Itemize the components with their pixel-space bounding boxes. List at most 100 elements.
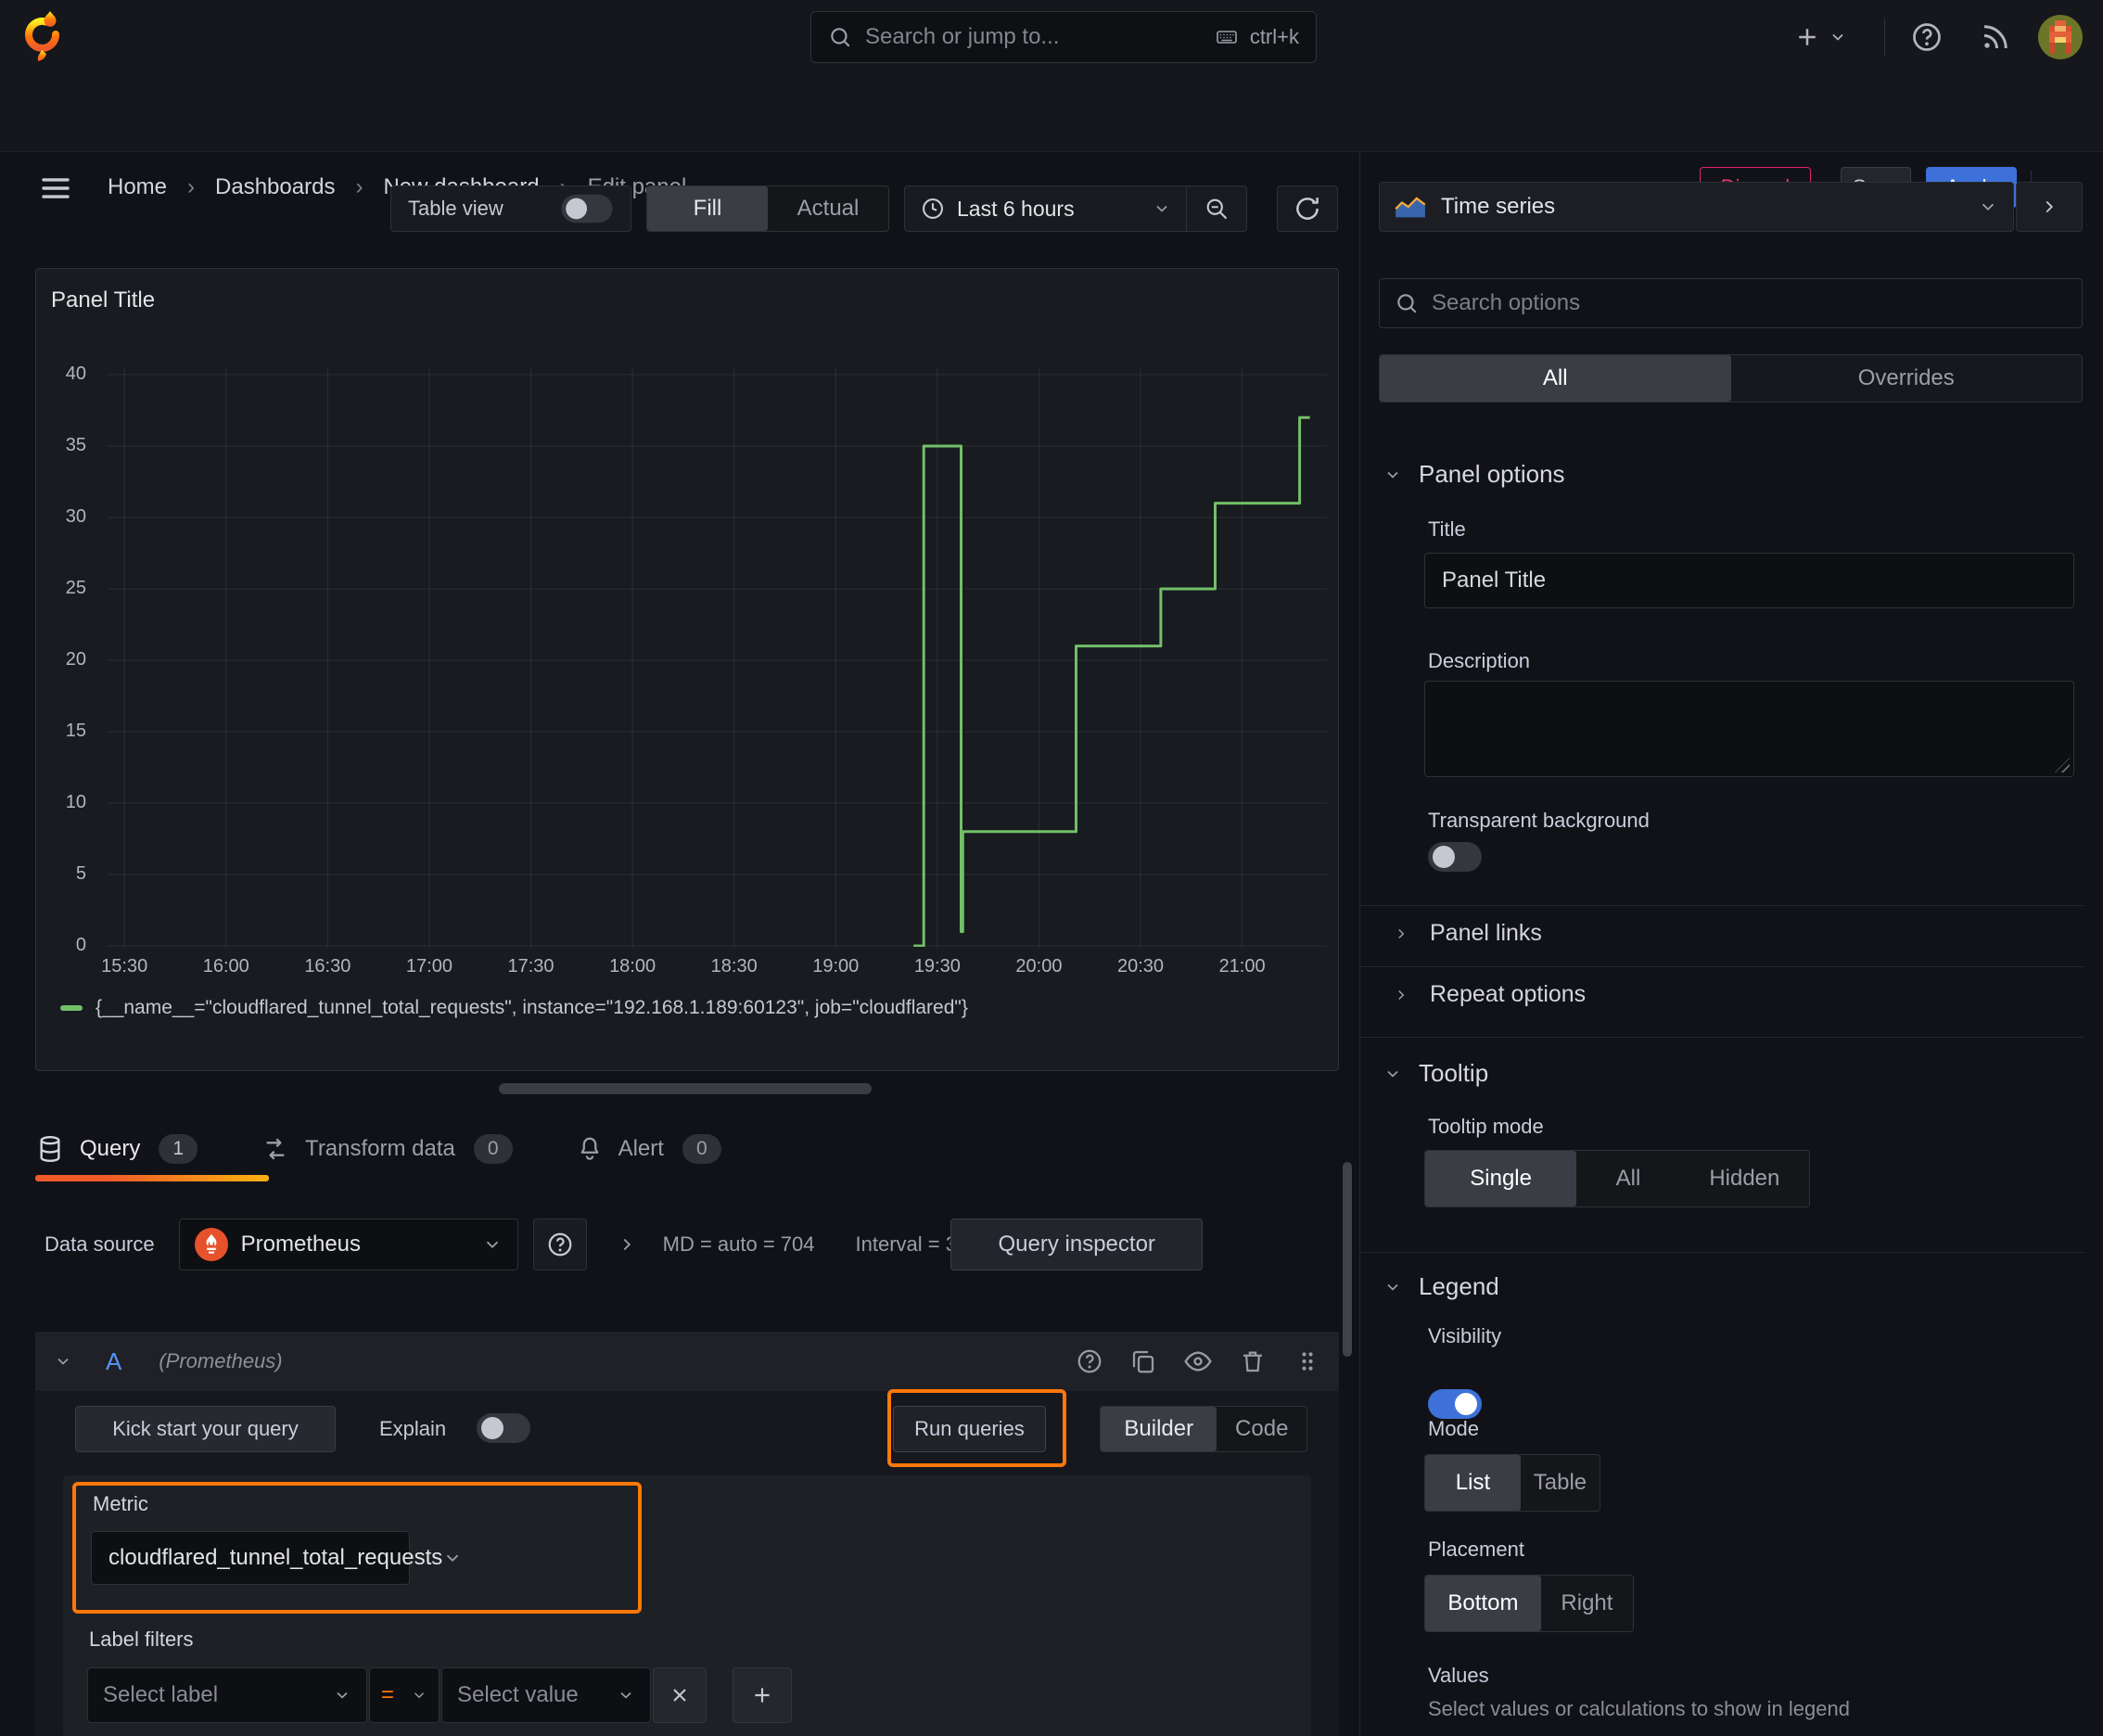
tooltip-mode-hidden[interactable]: Hidden <box>1680 1151 1809 1206</box>
left-pane-scrollbar[interactable] <box>1343 1162 1352 1357</box>
legend-mode-label: Mode <box>1428 1417 1480 1440</box>
panel-links-header[interactable]: Panel links <box>1393 920 1542 947</box>
query-inspector-button[interactable]: Query inspector <box>950 1219 1204 1270</box>
tab-transform[interactable]: Transform data 0 <box>261 1134 513 1164</box>
refresh-button[interactable] <box>1277 185 1338 232</box>
all-overrides-tabs: All Overrides <box>1379 354 2083 402</box>
plot-area[interactable] <box>108 367 1327 948</box>
options-search-box[interactable]: Search options <box>1379 278 2083 328</box>
chart-legend: {__name__="cloudflared_tunnel_total_requ… <box>60 994 968 1022</box>
help-button[interactable] <box>1910 20 1944 54</box>
menu-icon[interactable] <box>41 176 70 200</box>
run-queries-button[interactable]: Run queries <box>893 1406 1046 1452</box>
query-datasource-hint: (Prometheus) <box>159 1349 283 1372</box>
legend-placement-label: Placement <box>1428 1538 1524 1561</box>
panel-title-input[interactable] <box>1424 553 2074 608</box>
grafana-edit-panel-page: Search or jump to... ctrl+k Home › Dashb… <box>0 0 2103 1736</box>
y-tick-label: 35 <box>65 435 86 455</box>
legend-heading: Legend <box>1419 1272 1499 1300</box>
drag-handle-icon[interactable] <box>1294 1347 1320 1375</box>
kick-start-button[interactable]: Kick start your query <box>75 1406 336 1452</box>
new-menu-button[interactable] <box>1793 20 1847 54</box>
legend-mode-table[interactable]: Table <box>1521 1455 1600 1511</box>
y-tick-label: 10 <box>65 792 86 812</box>
expand-stats-icon[interactable] <box>617 1234 637 1255</box>
resize-grip-icon <box>2055 758 2070 772</box>
x-tick-label: 21:00 <box>1218 956 1266 976</box>
toggle-visibility-icon[interactable] <box>1183 1347 1213 1376</box>
global-search-box[interactable]: Search or jump to... ctrl+k <box>810 11 1317 63</box>
actual-option[interactable]: Actual <box>768 186 888 231</box>
panel-resize-handle[interactable] <box>499 1083 872 1094</box>
rss-icon[interactable] <box>1979 20 2012 54</box>
viz-type-select[interactable]: Time series <box>1379 182 2014 232</box>
top-nav: Search or jump to... ctrl+k <box>0 0 2103 75</box>
tab-alert[interactable]: Alert 0 <box>576 1134 721 1164</box>
legend-header[interactable]: Legend <box>1383 1272 1499 1301</box>
query-builder-panel: Metric cloudflared_tunnel_total_requests… <box>63 1475 1311 1736</box>
chevron-down-icon <box>1383 1065 1402 1083</box>
operator-dropdown[interactable]: = <box>369 1667 440 1723</box>
chevron-right-icon <box>1393 987 1409 1003</box>
table-view-control: Table view <box>390 185 631 232</box>
breadcrumb-item-home[interactable]: Home <box>108 174 167 200</box>
delete-query-icon[interactable] <box>1239 1347 1267 1375</box>
breadcrumb-separator: › <box>355 174 363 199</box>
legend-placement-right[interactable]: Right <box>1541 1576 1633 1631</box>
title-label: Title <box>1428 517 1466 541</box>
avatar[interactable] <box>2038 15 2083 59</box>
metric-select[interactable]: cloudflared_tunnel_total_requests <box>91 1531 459 1585</box>
select-label-dropdown[interactable]: Select label <box>87 1667 367 1723</box>
datasource-row: Data source Prometheus MD = auto = 704 I… <box>45 1219 1204 1270</box>
time-range-button[interactable]: Last 6 hours <box>905 186 1186 231</box>
tooltip-mode-all[interactable]: All <box>1576 1151 1679 1206</box>
duplicate-query-icon[interactable] <box>1129 1347 1157 1375</box>
remove-filter-button[interactable] <box>653 1667 707 1723</box>
datasource-help-button[interactable] <box>532 1219 587 1270</box>
select-value-dropdown[interactable]: Select value <box>441 1667 651 1723</box>
add-filter-button[interactable] <box>733 1667 792 1723</box>
tab-overrides[interactable]: Overrides <box>1731 355 2083 402</box>
tab-all[interactable]: All <box>1380 355 1731 402</box>
y-tick-label: 5 <box>75 863 86 884</box>
nav-divider <box>1884 19 1885 56</box>
legend-visibility-toggle[interactable] <box>1428 1389 1482 1419</box>
table-view-toggle[interactable] <box>561 194 613 223</box>
panel-options-heading: Panel options <box>1419 460 1565 488</box>
legend-series-label[interactable]: {__name__="cloudflared_tunnel_total_requ… <box>96 997 968 1019</box>
tab-query[interactable]: Query 1 <box>35 1134 198 1164</box>
tab-transform-count: 0 <box>473 1134 513 1164</box>
legend-mode-list[interactable]: List <box>1425 1455 1521 1511</box>
query-editor-card: A (Prometheus) Kick start your query Exp <box>35 1332 1339 1736</box>
legend-placement-bottom[interactable]: Bottom <box>1425 1576 1541 1631</box>
repeat-options-header[interactable]: Repeat options <box>1393 981 1586 1008</box>
fill-option[interactable]: Fill <box>647 186 768 231</box>
datasource-picker[interactable]: Prometheus <box>178 1219 518 1270</box>
description-textarea[interactable] <box>1424 681 2074 777</box>
tooltip-mode-single[interactable]: Single <box>1425 1151 1577 1206</box>
grafana-logo-icon[interactable] <box>22 9 63 63</box>
breadcrumb-item-dashboards[interactable]: Dashboards <box>215 174 335 200</box>
zoom-out-button[interactable] <box>1187 186 1246 231</box>
panel-options-header[interactable]: Panel options <box>1383 460 1565 489</box>
search-icon <box>828 25 852 49</box>
chevron-down-icon <box>442 1548 463 1568</box>
search-shortcut: ctrl+k <box>1249 25 1299 48</box>
transparent-background-toggle[interactable] <box>1428 842 1482 872</box>
tab-alert-count: 0 <box>682 1134 721 1164</box>
x-tick-label: 15:30 <box>101 956 148 976</box>
query-row-header[interactable]: A (Prometheus) <box>35 1332 1339 1391</box>
tooltip-header[interactable]: Tooltip <box>1383 1059 1488 1088</box>
query-help-icon[interactable] <box>1076 1347 1103 1375</box>
panel-title[interactable]: Panel Title <box>51 287 155 313</box>
explain-toggle[interactable] <box>477 1413 530 1443</box>
collapse-sidebar-button[interactable] <box>2016 182 2083 232</box>
search-placeholder: Search or jump to... <box>865 24 1060 49</box>
select-value-placeholder: Select value <box>457 1682 579 1707</box>
panel-links-label: Panel links <box>1430 920 1542 946</box>
chevron-down-icon <box>1829 28 1847 46</box>
y-tick-label: 30 <box>65 506 86 527</box>
code-option[interactable]: Code <box>1217 1407 1306 1451</box>
builder-option[interactable]: Builder <box>1101 1407 1217 1451</box>
chevron-down-icon <box>333 1686 351 1704</box>
